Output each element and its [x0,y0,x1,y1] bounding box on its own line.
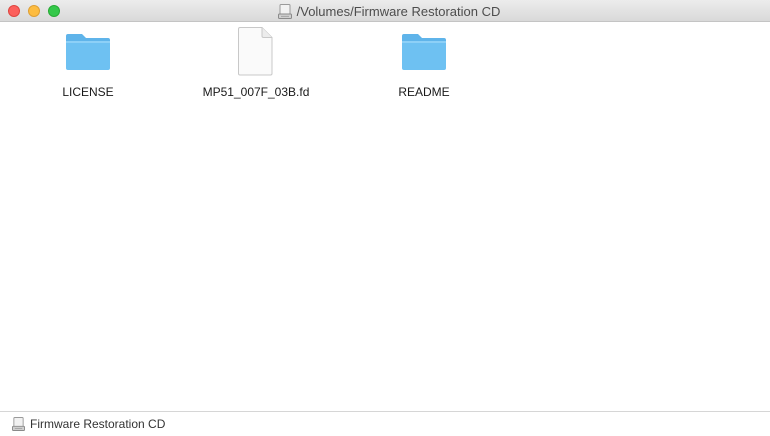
window-title: /Volumes/Firmware Restoration CD [0,0,770,22]
finder-window: /Volumes/Firmware Restoration CD LICENSE… [0,0,770,436]
file-icon-view[interactable]: LICENSE MP51_007F_03B.fd README [0,22,770,411]
file-item-license[interactable]: LICENSE [18,28,158,108]
path-bar: Firmware Restoration CD [0,411,770,436]
file-item-readme[interactable]: README [354,28,494,108]
file-item-label: README [398,85,450,99]
title-bar[interactable]: /Volumes/Firmware Restoration CD [0,0,770,22]
path-bar-label[interactable]: Firmware Restoration CD [30,417,165,431]
disk-drive-icon [277,3,292,19]
folder-icon [66,34,110,70]
file-item-label: MP51_007F_03B.fd [202,85,310,99]
file-item-mp51-fd[interactable]: MP51_007F_03B.fd [186,27,326,108]
window-title-text: /Volumes/Firmware Restoration CD [296,3,501,19]
disk-drive-icon [12,417,25,431]
folder-icon [402,34,446,70]
document-icon [238,27,273,76]
file-item-label: LICENSE [62,85,114,99]
